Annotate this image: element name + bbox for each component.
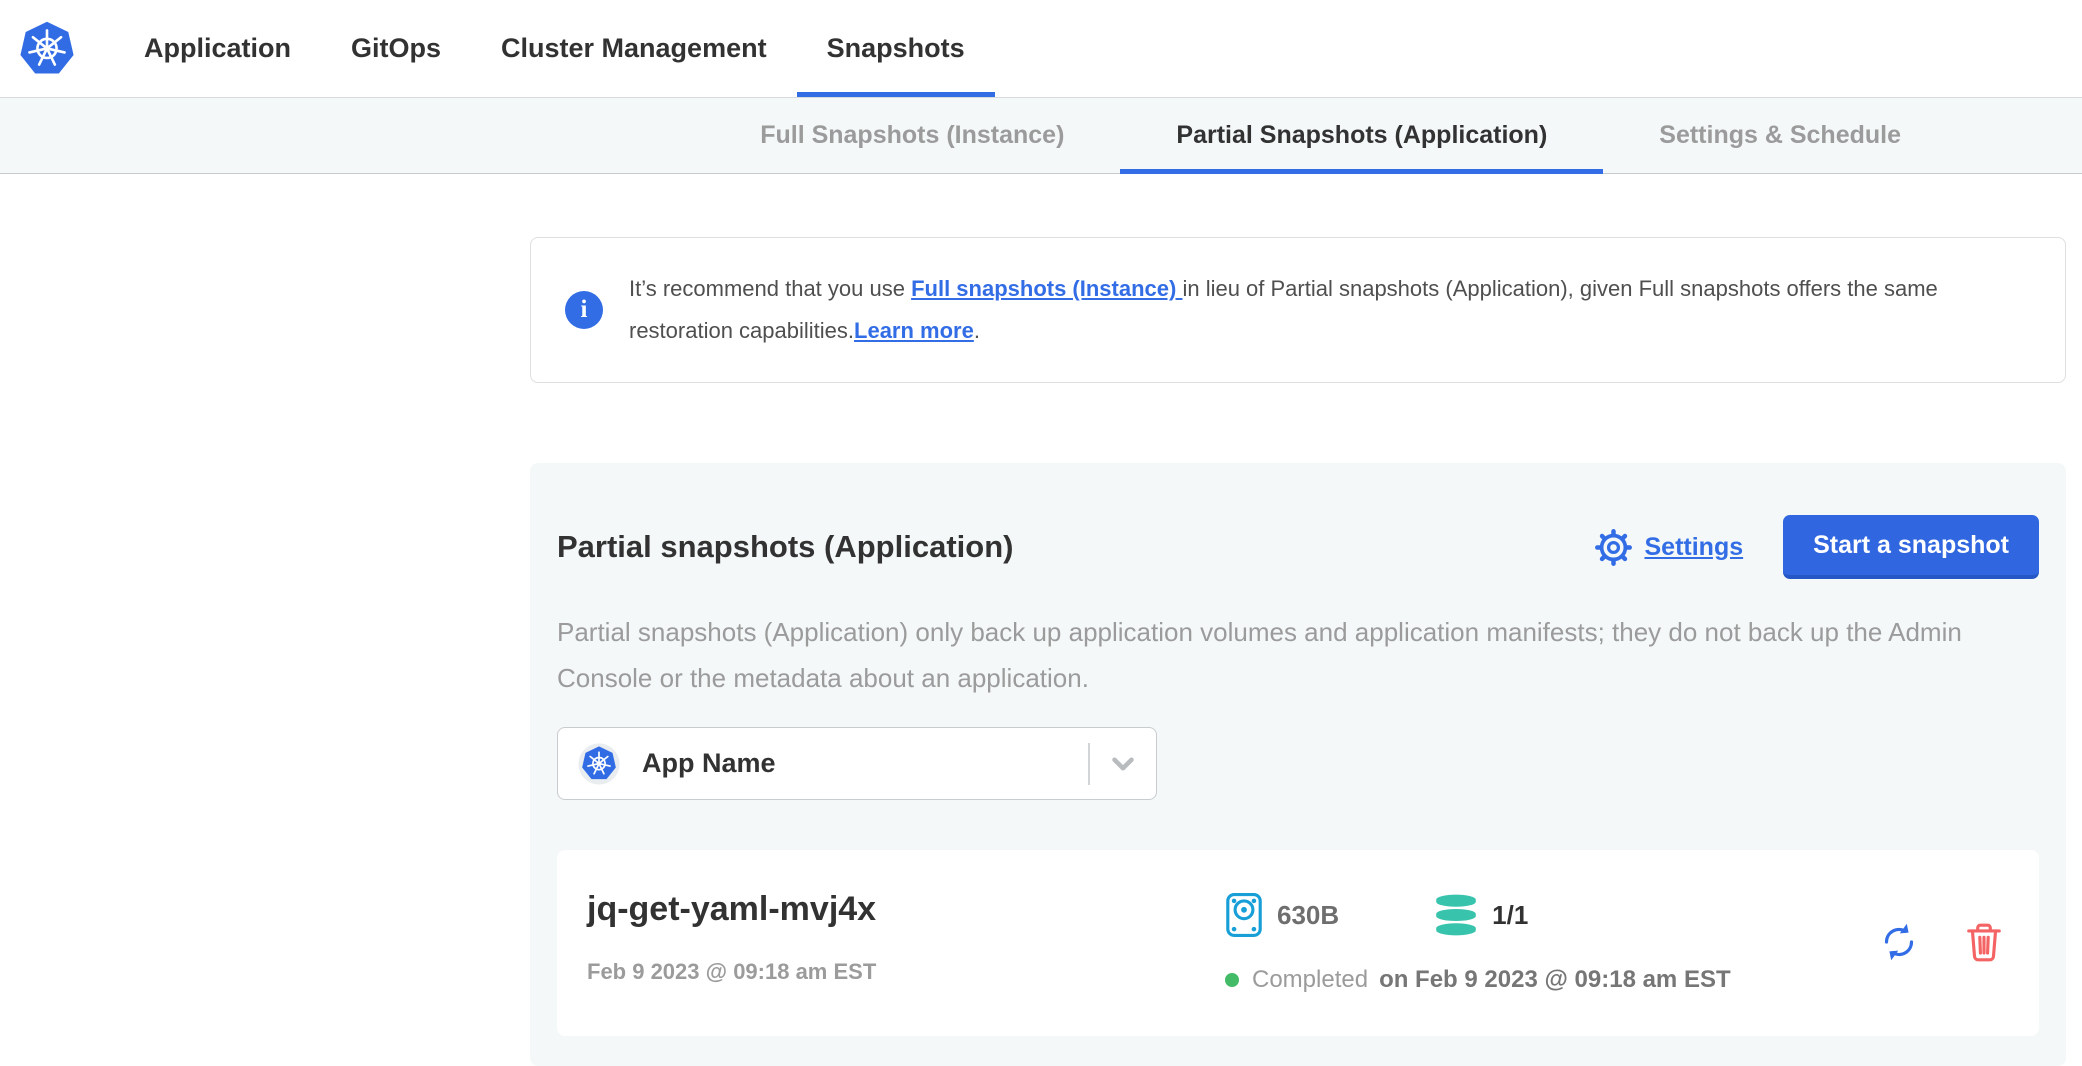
snapshot-size-value: 630B — [1277, 900, 1339, 931]
snapshot-status-row: Completed on Feb 9 2023 @ 09:18 am EST — [1225, 966, 1879, 994]
page-content: i It’s recommend that you use Full snaps… — [530, 237, 2066, 1066]
app-kubernetes-icon — [578, 743, 620, 785]
gear-icon — [1593, 527, 1634, 568]
nav-item-application[interactable]: Application — [144, 0, 291, 97]
trash-icon — [1965, 921, 2003, 963]
card-header: Partial snapshots (Application) — [557, 515, 2039, 579]
info-icon: i — [565, 291, 603, 329]
status-badge: Completed — [1252, 966, 1368, 994]
top-nav-items: Application GitOps Cluster Management Sn… — [144, 0, 1025, 97]
snapshots-sub-nav: Full Snapshots (Instance) Partial Snapsh… — [0, 97, 2082, 174]
info-text-before: It’s recommend that you use — [629, 276, 911, 301]
info-banner: i It’s recommend that you use Full snaps… — [530, 237, 2066, 383]
nav-item-cluster-management[interactable]: Cluster Management — [501, 0, 767, 97]
snapshot-row: jq-get-yaml-mvj4x Feb 9 2023 @ 09:18 am … — [557, 850, 2039, 1036]
snapshot-volumes-value: 1/1 — [1492, 900, 1528, 931]
settings-link[interactable]: Settings — [1593, 527, 1744, 568]
snapshot-name: jq-get-yaml-mvj4x — [587, 890, 1225, 929]
database-icon — [1434, 893, 1478, 937]
snapshot-stats-row: 630B 1/1 — [1225, 892, 1879, 938]
snapshot-actions — [1879, 921, 2003, 963]
card-description: Partial snapshots (Application) only bac… — [557, 609, 1987, 701]
snapshot-created-date: Feb 9 2023 @ 09:18 am EST — [587, 959, 1225, 985]
snapshot-identity: jq-get-yaml-mvj4x Feb 9 2023 @ 09:18 am … — [587, 890, 1225, 985]
delete-snapshot-button[interactable] — [1965, 921, 2003, 963]
status-timestamp: on Feb 9 2023 @ 09:18 am EST — [1379, 966, 1731, 994]
restore-icon — [1879, 922, 1919, 962]
tab-partial-snapshots[interactable]: Partial Snapshots (Application) — [1120, 98, 1603, 173]
status-dot-icon — [1225, 973, 1239, 987]
selector-divider — [1088, 743, 1090, 785]
nav-item-gitops[interactable]: GitOps — [351, 0, 441, 97]
full-snapshots-link[interactable]: Full snapshots (Instance) — [911, 276, 1182, 301]
card-header-actions: Settings Start a snapshot — [1593, 515, 2040, 579]
learn-more-link[interactable]: Learn more — [854, 318, 974, 343]
app-selector-value: App Name — [642, 748, 776, 779]
info-banner-text: It’s recommend that you use Full snapsho… — [629, 268, 2031, 352]
app-name-selector[interactable]: App Name — [557, 727, 1157, 800]
page-title: Partial snapshots (Application) — [557, 529, 1013, 565]
info-text-after: . — [974, 318, 980, 343]
snapshot-stats: 630B 1/1 — [1225, 890, 1879, 994]
settings-label: Settings — [1645, 533, 1744, 562]
start-snapshot-button[interactable]: Start a snapshot — [1783, 515, 2039, 579]
restore-snapshot-button[interactable] — [1879, 922, 1919, 962]
disk-icon — [1225, 892, 1263, 938]
snapshot-size-stat: 630B — [1225, 892, 1339, 938]
nav-item-snapshots[interactable]: Snapshots — [827, 0, 965, 97]
top-nav: Application GitOps Cluster Management Sn… — [0, 0, 2082, 97]
tab-settings-schedule[interactable]: Settings & Schedule — [1603, 98, 1957, 173]
kubernetes-logo-icon[interactable] — [18, 20, 76, 78]
partial-snapshots-card: Partial snapshots (Application) — [530, 463, 2066, 1066]
tab-full-snapshots[interactable]: Full Snapshots (Instance) — [704, 98, 1120, 173]
chevron-down-icon[interactable] — [1106, 747, 1140, 781]
snapshot-volumes-stat: 1/1 — [1434, 893, 1528, 937]
